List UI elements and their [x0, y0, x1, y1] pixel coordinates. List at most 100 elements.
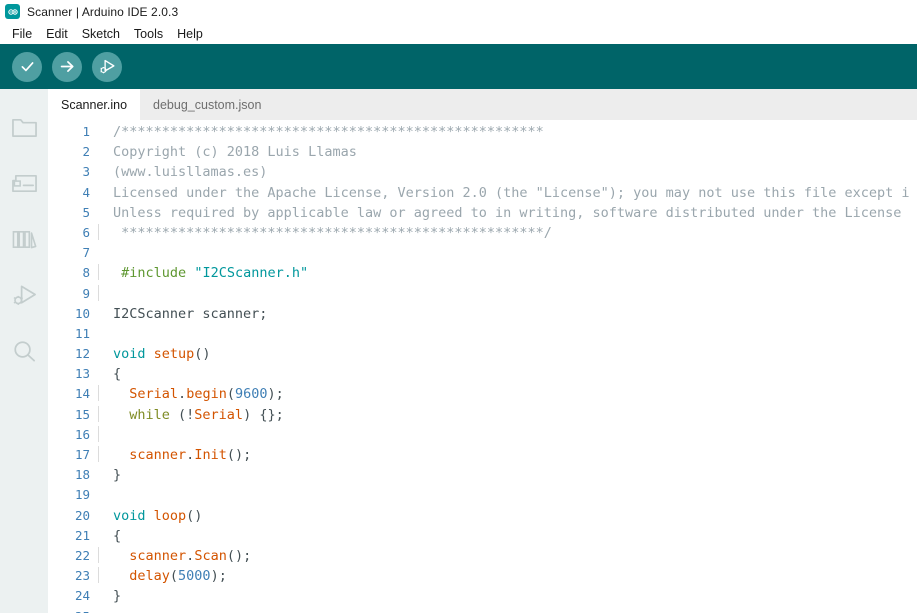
- code-line: 11: [48, 324, 917, 344]
- arduino-logo-icon: [5, 4, 20, 19]
- line-number: 19: [74, 487, 90, 503]
- board-chip-icon: [11, 171, 38, 196]
- code-token: Serial: [194, 406, 244, 423]
- line-number: 9: [82, 285, 90, 301]
- sidebar-item-boards-manager[interactable]: [0, 155, 48, 211]
- code-token: Copyright (c) 2018 Luis Llamas: [113, 144, 357, 161]
- checkmark-icon: [18, 57, 37, 76]
- line-number: 24: [74, 588, 90, 604]
- folder-icon: [11, 115, 38, 140]
- line-number: 20: [74, 507, 90, 523]
- code-line: 5 Unless required by applicable law or ag…: [48, 203, 917, 223]
- code-text: delay(5000);: [113, 566, 917, 586]
- code-line: 1 /**************************************…: [48, 122, 917, 142]
- fold-margin[interactable]: [98, 445, 113, 465]
- code-token: delay: [129, 568, 170, 585]
- code-token: (!: [169, 406, 195, 423]
- code-line: 6 **************************************…: [48, 223, 917, 243]
- line-number: 4: [82, 184, 90, 200]
- debug-button[interactable]: [92, 51, 122, 82]
- code-token: Serial: [129, 386, 179, 403]
- code-line: 7: [48, 243, 917, 263]
- code-line: 25: [48, 607, 917, 613]
- fold-margin[interactable]: [98, 263, 113, 283]
- code-line: 18}: [48, 465, 917, 485]
- code-token: scanner: [129, 547, 187, 564]
- code-line: 4 Licensed under the Apache License, Vers…: [48, 183, 917, 203]
- code-token: ();: [226, 547, 252, 564]
- code-token: I2CScanner scanner;: [113, 305, 268, 322]
- line-number: 12: [74, 346, 90, 362]
- menu-bar: File Edit Sketch Tools Help: [0, 23, 917, 44]
- code-token: );: [210, 568, 227, 585]
- code-text: /***************************************…: [113, 122, 917, 142]
- code-token: (www.luisllamas.es): [113, 164, 268, 181]
- code-text: Licensed under the Apache License, Versi…: [113, 183, 917, 203]
- fold-margin[interactable]: [98, 384, 113, 404]
- indent-guide: [98, 264, 99, 281]
- sidebar-item-search[interactable]: [0, 323, 48, 379]
- upload-button[interactable]: [52, 51, 82, 82]
- line-number: 3: [82, 164, 90, 180]
- arrow-right-icon: [58, 57, 77, 76]
- code-token: }: [113, 467, 122, 484]
- menu-item-tools[interactable]: Tools: [127, 26, 170, 42]
- code-text: #include "I2CScanner.h": [113, 263, 917, 283]
- code-line: 17 scanner.Init();: [48, 445, 917, 465]
- tab-debug-custom-json[interactable]: debug_custom.json: [140, 89, 275, 120]
- code-line: 15 while (!Serial) {};: [48, 405, 917, 425]
- line-number: 7: [82, 245, 90, 261]
- code-line: 20 void loop(): [48, 506, 917, 526]
- code-token: Unless required by applicable law or agr…: [113, 204, 910, 221]
- arduino-ide-window: Scanner | Arduino IDE 2.0.3 File Edit Sk…: [0, 0, 917, 613]
- line-number: 11: [74, 325, 90, 341]
- code-token: loop: [153, 507, 187, 524]
- code-token: (: [226, 386, 235, 403]
- menu-item-sketch[interactable]: Sketch: [75, 26, 127, 42]
- line-number: 10: [74, 305, 90, 321]
- title-bar: Scanner | Arduino IDE 2.0.3: [0, 0, 917, 23]
- code-line: 8 #include "I2CScanner.h": [48, 263, 917, 283]
- menu-item-file[interactable]: File: [5, 26, 39, 42]
- code-text: {: [113, 364, 917, 384]
- code-text: void loop(): [113, 506, 917, 526]
- sidebar-item-debug[interactable]: [0, 267, 48, 323]
- indent-guide: [98, 546, 99, 563]
- code-token: (): [186, 507, 203, 524]
- code-line: 16: [48, 425, 917, 445]
- code-line: 3 (www.luisllamas.es): [48, 162, 917, 182]
- code-token: .: [178, 386, 187, 403]
- line-number: 25: [48, 607, 98, 613]
- code-text: Unless required by applicable law or agr…: [113, 203, 917, 223]
- line-number: 18: [74, 467, 90, 483]
- sidebar-item-library-manager[interactable]: [0, 211, 48, 267]
- code-line: 10 I2CScanner scanner;: [48, 304, 917, 324]
- window-title: Scanner | Arduino IDE 2.0.3: [27, 4, 179, 19]
- code-token: while: [129, 406, 170, 423]
- menu-item-edit[interactable]: Edit: [39, 26, 75, 42]
- code-text: (www.luisllamas.es): [113, 162, 917, 182]
- code-text: ****************************************…: [113, 223, 917, 243]
- line-number: 15: [74, 406, 90, 422]
- line-number: 2: [82, 144, 90, 160]
- code-editor[interactable]: 1 /**************************************…: [48, 120, 917, 613]
- indent-guide: [98, 425, 99, 442]
- code-text: scanner.Init();: [113, 445, 917, 465]
- fold-margin[interactable]: [98, 223, 113, 243]
- fold-margin[interactable]: [98, 405, 113, 425]
- fold-margin[interactable]: [98, 425, 113, 445]
- menu-item-help[interactable]: Help: [170, 26, 210, 42]
- line-number: 1: [82, 124, 90, 139]
- tab-scanner-ino[interactable]: Scanner.ino: [48, 89, 141, 120]
- line-number: 8: [82, 265, 90, 281]
- fold-margin[interactable]: [98, 566, 113, 586]
- fold-margin[interactable]: [98, 284, 113, 304]
- code-line: 14 Serial.begin(9600);: [48, 384, 917, 404]
- debug-play-bug-icon: [98, 57, 117, 76]
- sidebar-item-sketchbook[interactable]: [0, 99, 48, 155]
- verify-button[interactable]: [12, 51, 42, 82]
- fold-margin[interactable]: [98, 546, 113, 566]
